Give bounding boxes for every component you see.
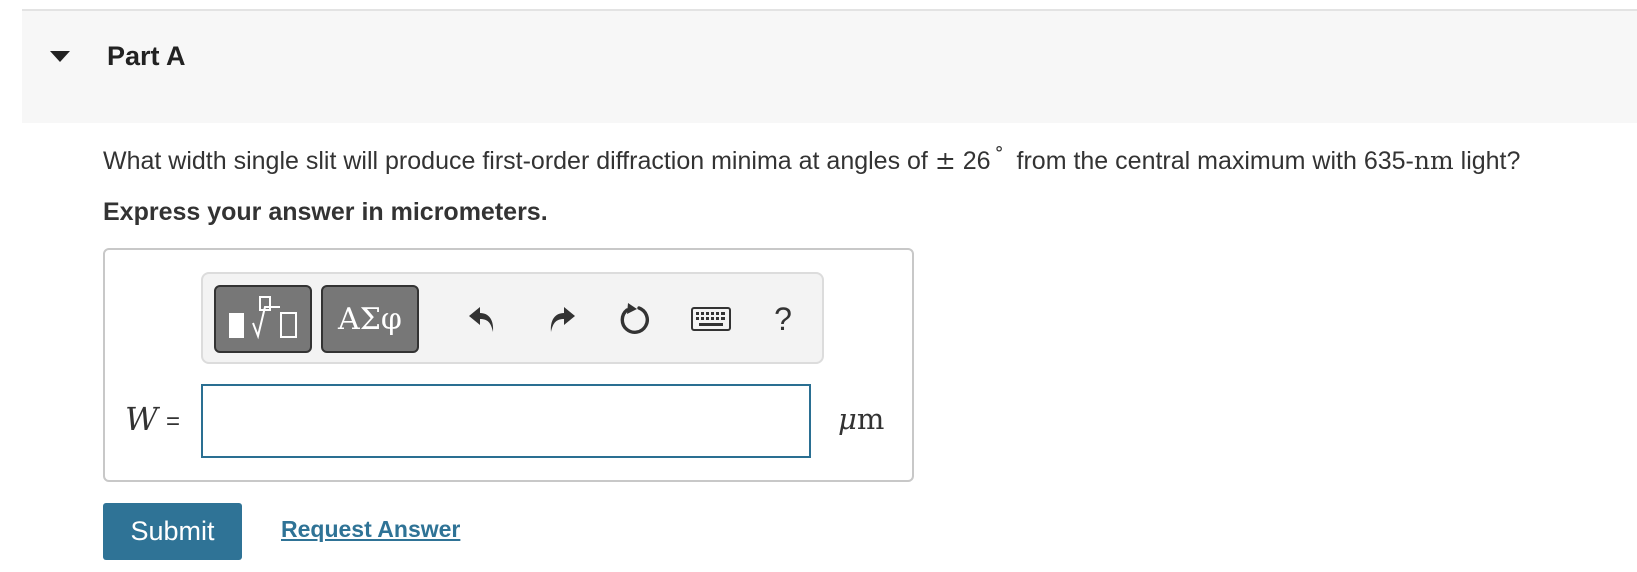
part-title: Part A: [107, 41, 186, 71]
reset-icon: [620, 303, 649, 334]
caret-down-icon[interactable]: [50, 51, 70, 62]
unit-base: m: [856, 402, 885, 436]
plus-minus-symbol: ±: [934, 146, 956, 175]
answer-variable: W: [125, 400, 158, 438]
answer-input[interactable]: [201, 384, 811, 458]
math-toolbar: ΑΣφ ?: [201, 272, 824, 364]
help-button[interactable]: ?: [755, 288, 811, 350]
answer-instruction: Express your answer in micrometers.: [103, 198, 548, 226]
wavelength-unit: nm: [1413, 146, 1454, 175]
submit-button[interactable]: Submit: [103, 503, 242, 560]
reset-button[interactable]: [607, 288, 663, 350]
redo-button[interactable]: [533, 288, 589, 350]
request-answer-link[interactable]: Request Answer: [281, 516, 460, 543]
redo-icon: [550, 307, 575, 332]
question-text: What width single slit will produce firs…: [103, 143, 1521, 176]
equals-sign: =: [166, 408, 181, 435]
templates-button[interactable]: [214, 285, 312, 353]
part-header[interactable]: Part A: [22, 11, 1637, 123]
keyboard-icon: [691, 307, 731, 331]
answer-box: ΑΣφ ? W = μm: [103, 248, 914, 482]
greek-symbols-button[interactable]: ΑΣφ: [321, 285, 419, 353]
unit-prefix: μ: [838, 402, 857, 436]
undo-icon: [469, 307, 494, 332]
answer-unit: μm: [838, 402, 884, 436]
angle-value: 26: [962, 147, 991, 175]
undo-button[interactable]: [455, 288, 511, 350]
templates-icon: [229, 296, 297, 340]
question-text-middle: from the central maximum with 635-: [1016, 147, 1414, 175]
keyboard-button[interactable]: [683, 288, 739, 350]
degree-symbol: °: [994, 143, 1004, 164]
question-text-before: What width single slit will produce firs…: [103, 147, 928, 175]
question-text-after: light?: [1460, 147, 1521, 175]
